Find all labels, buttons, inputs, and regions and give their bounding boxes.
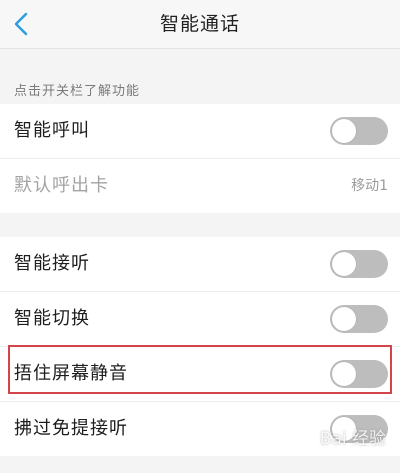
setting-label: 智能呼叫	[14, 120, 90, 141]
section-label: 点击开关栏了解功能	[14, 84, 141, 99]
setting-label: 智能切换	[14, 308, 90, 329]
wave-speaker-toggle[interactable]	[330, 415, 388, 443]
top-bar: 智能通话	[0, 0, 400, 49]
setting-row-default-card[interactable]: 默认呼出卡 移动1	[0, 159, 400, 213]
setting-label: 捂住屏幕静音	[14, 363, 128, 384]
toggle-knob	[332, 119, 356, 143]
setting-label: 拂过免提接听	[14, 418, 128, 439]
toggle-knob	[332, 252, 356, 276]
settings-group-answering: 智能接听 智能切换 捂住屏幕静音 拂过免提接听	[0, 237, 400, 456]
toggle-knob	[332, 362, 356, 386]
setting-row-smart-switch[interactable]: 智能切换	[0, 292, 400, 347]
page-title: 智能通话	[159, 13, 240, 35]
setting-row-cover-mute[interactable]: 捂住屏幕静音	[0, 347, 400, 402]
setting-label: 默认呼出卡	[14, 175, 109, 196]
smart-switch-toggle[interactable]	[330, 305, 388, 333]
toggle-knob	[332, 307, 356, 331]
setting-row-wave-speaker[interactable]: 拂过免提接听	[0, 402, 400, 456]
smart-answer-toggle[interactable]	[330, 250, 388, 278]
toggle-knob	[332, 417, 356, 441]
smart-call-toggle[interactable]	[330, 117, 388, 145]
setting-row-smart-call[interactable]: 智能呼叫	[0, 104, 400, 159]
cover-mute-toggle[interactable]	[330, 360, 388, 388]
default-card-value: 移动1	[351, 178, 388, 194]
setting-label: 智能接听	[14, 253, 90, 274]
setting-row-smart-answer[interactable]: 智能接听	[0, 237, 400, 292]
settings-group-calling: 智能呼叫 默认呼出卡 移动1	[0, 104, 400, 213]
